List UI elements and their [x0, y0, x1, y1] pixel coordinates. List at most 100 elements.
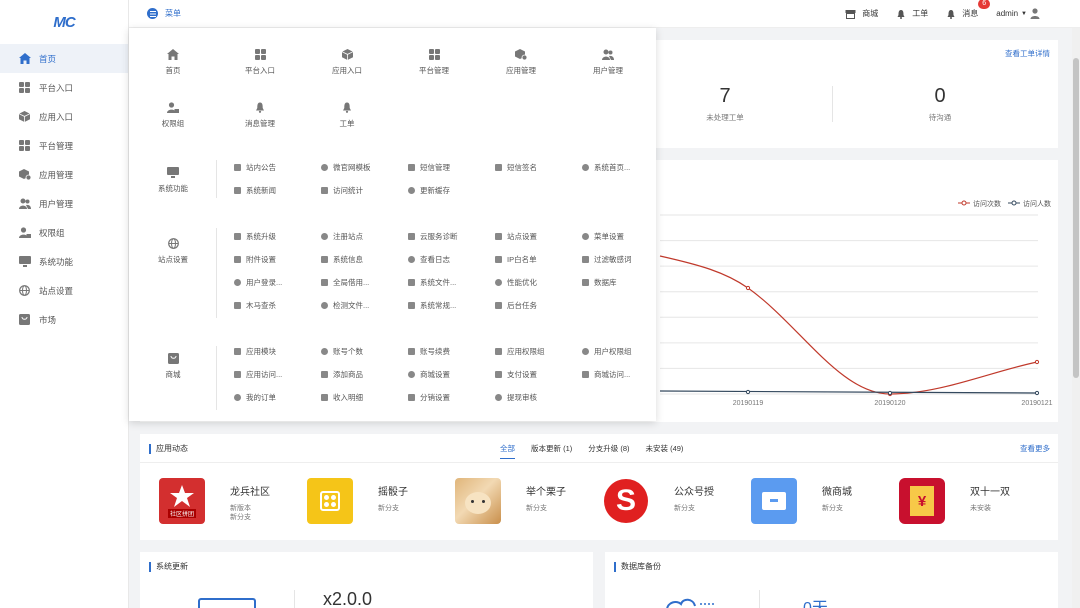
menu-entry[interactable]: 用户管理 [573, 44, 643, 76]
app-tab[interactable]: 未安装 (49) [646, 443, 684, 459]
sidebar-item[interactable]: 平台管理 [0, 131, 128, 160]
app-logo: 社区拼团 [159, 478, 205, 524]
user-menu[interactable]: admin ▼ [996, 8, 1046, 19]
menu-item[interactable]: 云服务诊断 [408, 231, 458, 242]
x-tick-label: 20190119 [733, 400, 764, 407]
sidebar-item[interactable]: 权限组 [0, 218, 128, 247]
menu-item-label: 收入明细 [333, 393, 363, 402]
sidebar-item-label: 系统功能 [39, 256, 74, 267]
menu-item[interactable]: 更新缓存 [408, 185, 450, 196]
menu-entry[interactable]: 应用管理 [486, 44, 556, 76]
menu-item[interactable]: 系统首页... [582, 162, 630, 173]
menu-item[interactable]: 菜单设置 [582, 231, 624, 242]
micro-mall-app[interactable]: 微商城 新分支 [751, 478, 852, 524]
menu-item[interactable]: 短信签名 [495, 162, 537, 173]
menu-item[interactable]: 账号个数 [321, 346, 363, 357]
menu-item[interactable]: 商城访问... [582, 369, 630, 380]
menu-item-icon [321, 394, 328, 401]
menu-toggle-button[interactable]: 菜单 [147, 8, 181, 19]
page-scrollbar[interactable] [1072, 28, 1080, 608]
menu-section-header[interactable]: 站点设置 [138, 233, 208, 265]
menu-item[interactable]: 系统文件... [408, 277, 456, 288]
menu-item[interactable]: 系统信息 [321, 254, 363, 265]
double-eleven-app[interactable]: ¥ 双十一双 未安装 [899, 478, 1010, 524]
menu-item[interactable]: 应用访问... [234, 369, 282, 380]
sidebar-item[interactable]: 站点设置 [0, 276, 128, 305]
menu-item[interactable]: 应用模块 [234, 346, 276, 357]
menu-item-label: 站点设置 [507, 232, 537, 241]
user-lock-icon [18, 226, 31, 239]
menu-item[interactable]: 用户登录... [234, 277, 282, 288]
globe-icon [138, 233, 208, 249]
menu-item[interactable]: 用户权限组 [582, 346, 632, 357]
menu-item[interactable]: 添加商品 [321, 369, 363, 380]
menu-item-icon [495, 233, 502, 240]
menu-item-label: 系统常规... [420, 301, 457, 310]
menu-entry[interactable]: 首页 [138, 44, 208, 76]
menu-item[interactable]: 后台任务 [495, 300, 537, 311]
community-app[interactable]: 社区拼团 龙兵社区 新版本 新分支 [159, 478, 270, 524]
chestnut-app[interactable]: 举个栗子 新分支 [455, 478, 566, 524]
menu-item[interactable]: 站点设置 [495, 231, 537, 242]
menu-item-label: 站内公告 [246, 163, 276, 172]
sidebar-item[interactable]: 用户管理 [0, 189, 128, 218]
sidebar-item-label: 市场 [39, 314, 57, 325]
menu-item[interactable]: 站内公告 [234, 162, 276, 173]
app-status: 未安装 [970, 505, 991, 512]
menu-item[interactable]: 过滤敏感词 [582, 254, 632, 265]
menu-item[interactable]: 木马查杀 [234, 300, 276, 311]
menu-item[interactable]: 我的订单 [234, 392, 276, 403]
official-account-app[interactable]: S 公众号授 新分支 [603, 478, 714, 524]
sidebar-item[interactable]: 首页 [0, 44, 128, 73]
menu-entry[interactable]: 应用入口 [312, 44, 382, 76]
menu-item[interactable]: 应用权限组 [495, 346, 545, 357]
ticket-link[interactable]: 工单 [896, 8, 928, 19]
sidebar-item[interactable]: 应用管理 [0, 160, 128, 189]
dice-app[interactable]: 摇骰子 新分支 [307, 478, 408, 524]
menu-item[interactable]: IP白名单 [495, 254, 537, 265]
menu-item[interactable]: 全局借用... [321, 277, 369, 288]
view-ticket-details-link[interactable]: 查看工单详情 [1005, 48, 1050, 59]
menu-item[interactable]: 系统常规... [408, 300, 456, 311]
menu-item[interactable]: 账号续费 [408, 346, 450, 357]
pending-count: 7 [719, 85, 731, 107]
menu-entry[interactable]: 平台入口 [225, 44, 295, 76]
sidebar-item[interactable]: 市场 [0, 305, 128, 334]
messages-link[interactable]: 消息 6 [946, 0, 991, 19]
menu-section-header[interactable]: 商城 [138, 348, 208, 380]
menu-item[interactable]: 收入明细 [321, 392, 363, 403]
app-tab[interactable]: 全部 [500, 443, 515, 459]
visitors-point [1034, 390, 1040, 396]
menu-entry[interactable]: 工单 [312, 97, 382, 129]
menu-item[interactable]: 支付设置 [495, 369, 537, 380]
menu-entry[interactable]: 权限组 [138, 97, 208, 129]
top-bar: 菜单 商城 工单 消息 6 admin ▼ [129, 0, 1080, 28]
shop-icon [18, 313, 31, 326]
menu-item[interactable]: 分销设置 [408, 392, 450, 403]
menu-item[interactable]: 性能优化 [495, 277, 537, 288]
menu-item[interactable]: 系统新闻 [234, 185, 276, 196]
menu-item[interactable]: 注册站点 [321, 231, 363, 242]
shop-link[interactable]: 商城 [845, 8, 878, 19]
menu-item[interactable]: 系统升级 [234, 231, 276, 242]
menu-item[interactable]: 附件设置 [234, 254, 276, 265]
menu-item[interactable]: 访问统计 [321, 185, 363, 196]
sidebar-item[interactable]: 平台入口 [0, 73, 128, 102]
sidebar-item[interactable]: 应用入口 [0, 102, 128, 131]
menu-item[interactable]: 提现审核 [495, 392, 537, 403]
menu-item[interactable]: 数据库 [582, 277, 617, 288]
menu-item[interactable]: 短信管理 [408, 162, 450, 173]
logo[interactable]: MC [0, 0, 128, 44]
view-more-link[interactable]: 查看更多 [1020, 443, 1050, 454]
app-tab[interactable]: 版本更新 (1) [531, 443, 572, 459]
menu-entry[interactable]: 消息管理 [225, 97, 295, 129]
menu-item[interactable]: 查看日志 [408, 254, 450, 265]
menu-section-header[interactable]: 系统功能 [138, 162, 208, 194]
menu-item[interactable]: 微官网模板 [321, 162, 371, 173]
menu-entry[interactable]: 平台管理 [399, 44, 469, 76]
menu-item[interactable]: 检测文件... [321, 300, 369, 311]
menu-item[interactable]: 商城设置 [408, 369, 450, 380]
sidebar-item[interactable]: 系统功能 [0, 247, 128, 276]
legend-marker [961, 200, 967, 206]
app-tab[interactable]: 分支升级 (8) [588, 443, 629, 459]
